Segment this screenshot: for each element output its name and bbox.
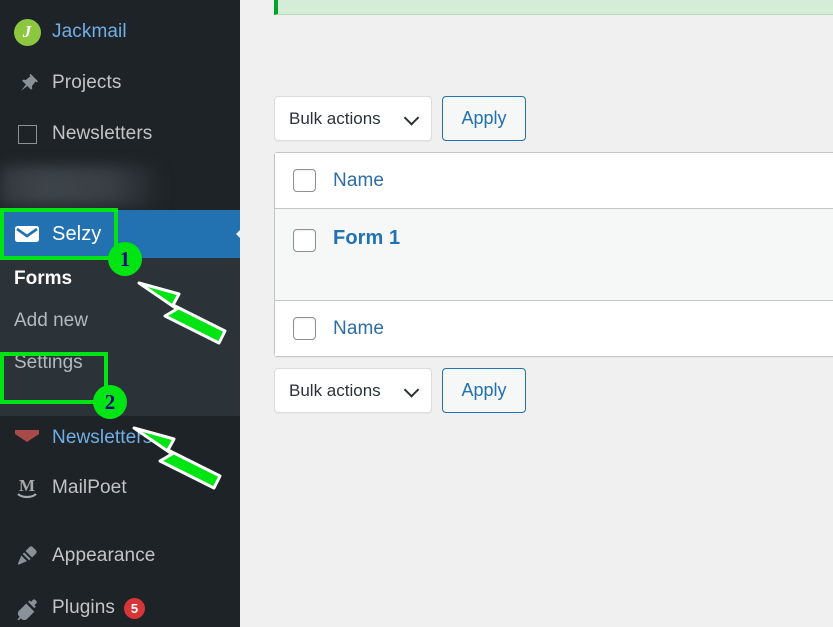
- sidebar-item-label: Appearance: [52, 545, 156, 566]
- sidebar-item-label: MailPoet: [52, 477, 127, 498]
- sidebar-item-label: Plugins: [52, 597, 116, 618]
- tablenav-top: Bulk actions Apply: [274, 96, 526, 141]
- redacted-sidebar-item[interactable]: [0, 166, 160, 206]
- sidebar-item-label: Projects: [52, 72, 122, 93]
- sidebar-item-appearance[interactable]: Appearance: [0, 538, 155, 574]
- select-all-checkbox-bottom[interactable]: [292, 317, 316, 340]
- table-footer-row: Name: [275, 300, 833, 356]
- sidebar-item-label: Newsletters: [52, 427, 153, 448]
- plug-icon: [10, 596, 44, 620]
- apply-button-top[interactable]: Apply: [442, 96, 526, 141]
- chevron-down-icon: [403, 381, 420, 398]
- submenu-item-add-new[interactable]: Add new: [0, 300, 240, 342]
- form-title-link[interactable]: Form 1: [333, 227, 400, 250]
- main-content: Bulk actions Apply Name Form 1 Name Bulk…: [240, 0, 833, 627]
- sidebar-item-mailpoet[interactable]: M MailPoet: [0, 470, 127, 506]
- column-header-name[interactable]: Name: [333, 170, 384, 192]
- mailpoet-m-icon: M: [10, 475, 44, 501]
- chevron-down-icon: [403, 109, 420, 126]
- bulk-actions-select-top[interactable]: Bulk actions: [274, 96, 432, 141]
- tablenav-bottom: Bulk actions Apply: [274, 368, 526, 413]
- table-row: Form 1: [275, 208, 833, 300]
- sidebar-item-newsletters[interactable]: Newsletters: [0, 420, 152, 456]
- success-notice: [274, 0, 833, 15]
- sidebar-item-projects[interactable]: Projects: [0, 65, 121, 101]
- red-envelope-icon: [10, 429, 44, 447]
- table-header-row: Name: [275, 153, 833, 208]
- row-select-cell: [275, 227, 333, 252]
- sidebar-item-plugins[interactable]: Plugins 5: [0, 590, 146, 626]
- row-checkbox[interactable]: [292, 229, 316, 252]
- svg-text:M: M: [19, 476, 35, 495]
- plugins-update-badge: 5: [124, 597, 146, 619]
- bulk-actions-select-bottom[interactable]: Bulk actions: [274, 368, 432, 413]
- active-menu-notch-icon: [222, 210, 240, 258]
- sidebar-item-label: Newsletters: [52, 123, 153, 144]
- select-all-checkbox-top[interactable]: [292, 169, 316, 192]
- bulk-actions-label-top: Bulk actions: [289, 108, 381, 128]
- apply-button-bottom[interactable]: Apply: [442, 368, 526, 413]
- square-outline-icon: [10, 124, 44, 144]
- paintbrush-icon: [10, 544, 44, 568]
- annotation-marker-2: 2: [93, 385, 127, 419]
- submenu-item-settings[interactable]: Settings: [0, 342, 240, 384]
- sidebar-item-label: Selzy: [52, 222, 102, 245]
- select-all-cell-bottom: [275, 317, 333, 340]
- screen-root: Bulk actions Apply Name Form 1 Name Bulk…: [0, 0, 833, 627]
- jackmail-logo-glyph: J: [13, 18, 41, 46]
- jackmail-logo-icon: J: [10, 18, 44, 46]
- sidebar-item-newsletters-top[interactable]: Newsletters: [0, 116, 152, 152]
- forms-table: Name Form 1 Name: [274, 152, 833, 357]
- select-all-cell-top: [275, 169, 333, 192]
- bulk-actions-label-bottom: Bulk actions: [289, 380, 381, 400]
- column-footer-name[interactable]: Name: [333, 318, 384, 340]
- admin-sidebar: J Jackmail Projects Newsletters Selzy Fo…: [0, 0, 240, 627]
- pushpin-icon: [10, 72, 44, 94]
- annotation-marker-1: 1: [108, 242, 142, 276]
- sidebar-item-jackmail[interactable]: J Jackmail: [0, 14, 127, 50]
- sidebar-item-label: Jackmail: [52, 21, 127, 42]
- envelope-icon: [10, 224, 44, 244]
